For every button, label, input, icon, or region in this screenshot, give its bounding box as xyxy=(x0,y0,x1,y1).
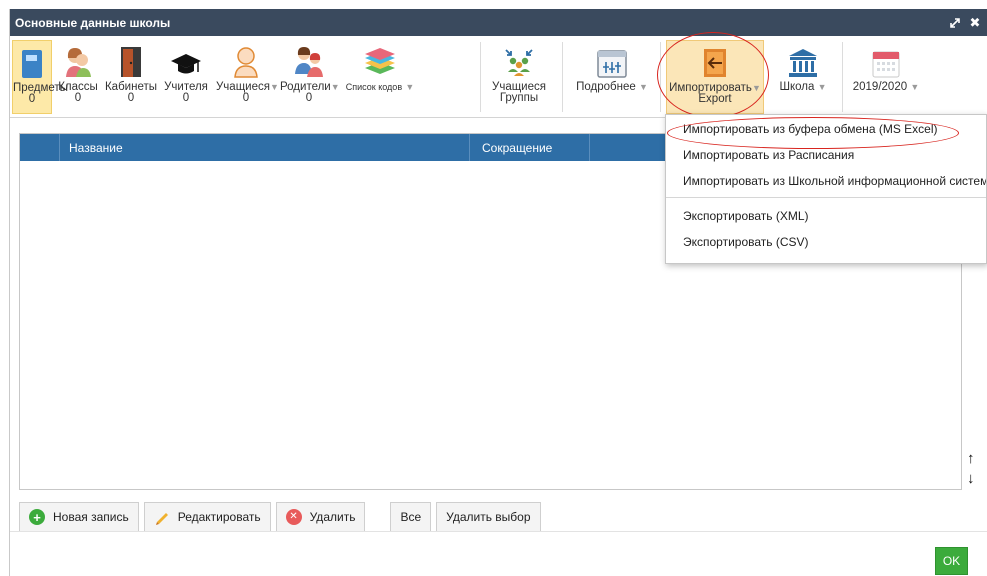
student-icon xyxy=(234,47,258,78)
groups-icon xyxy=(505,49,533,76)
toolbar-details-button[interactable]: Подробнее ▼ xyxy=(568,40,656,114)
ok-button[interactable]: OK xyxy=(935,547,968,575)
details-label: Подробнее ▼ xyxy=(576,81,648,93)
window-titlebar: Основные данные школы ✖ xyxy=(10,9,987,36)
column-name-header[interactable]: Название xyxy=(60,134,470,161)
move-up-icon[interactable]: ↑ xyxy=(967,450,975,467)
groups-label2: Группы xyxy=(499,92,539,104)
parents-caret-icon[interactable]: ▼ xyxy=(331,82,340,92)
toolbar-year-button[interactable]: 2019/2020 ▼ xyxy=(846,40,926,114)
toolbar-school-button[interactable]: Школа ▼ xyxy=(770,40,836,114)
year-caret-icon[interactable]: ▼ xyxy=(910,82,919,92)
codes-caret-icon[interactable]: ▼ xyxy=(405,82,414,92)
menu-separator xyxy=(666,197,986,198)
new-record-label: Новая запись xyxy=(53,510,129,524)
delete-selection-button[interactable]: Удалить выбор xyxy=(436,502,541,532)
select-all-button[interactable]: Все xyxy=(390,502,432,532)
rooms-count: 0 xyxy=(127,92,135,104)
details-window-icon xyxy=(597,50,627,78)
delete-selection-label: Удалить выбор xyxy=(446,510,531,524)
parents-icon xyxy=(295,47,323,77)
toolbar-subjects-button[interactable]: Предметы 0 xyxy=(12,40,68,114)
calendar-icon xyxy=(872,51,900,78)
school-building-icon xyxy=(789,49,817,77)
maximize-icon[interactable] xyxy=(947,15,963,31)
move-down-icon[interactable]: ↓ xyxy=(967,470,975,487)
highlight-circle-import xyxy=(657,32,769,118)
menu-item-export-xml[interactable]: Экспортировать (XML) xyxy=(666,202,986,228)
toolbar-codes-button[interactable]: Список кодов ▼ xyxy=(342,40,418,114)
toolbar-parents-button[interactable]: Родители▼ 0 xyxy=(280,40,340,114)
footer-divider xyxy=(10,531,987,532)
layers-icon xyxy=(365,48,395,74)
toolbar-students-button[interactable]: Учащиеся▼ 0 xyxy=(216,40,279,114)
delete-icon: ✕ xyxy=(285,509,302,525)
select-all-label: Все xyxy=(400,510,422,524)
teachers-count: 0 xyxy=(182,92,190,104)
bottom-toolbar: + Новая запись Редактировать ✕ Удалить В… xyxy=(19,502,541,532)
pencil-icon xyxy=(154,509,170,525)
students-count: 0 xyxy=(242,92,250,104)
toolbar-classes-button[interactable]: Классы 0 xyxy=(56,40,100,114)
edit-label: Редактировать xyxy=(177,510,261,524)
classes-count: 0 xyxy=(74,92,82,104)
grid-select-column[interactable] xyxy=(20,134,60,161)
column-short-header[interactable]: Сокращение xyxy=(470,134,590,161)
subjects-count: 0 xyxy=(28,93,36,105)
close-icon[interactable]: ✖ xyxy=(967,15,983,31)
school-caret-icon[interactable]: ▼ xyxy=(818,82,827,92)
toolbar-teachers-button[interactable]: Учителя 0 xyxy=(160,40,212,114)
school-data-window: Основные данные школы ✖ Предметы 0 Класс… xyxy=(9,9,987,576)
toolbar-separator xyxy=(562,42,563,112)
year-label: 2019/2020 ▼ xyxy=(852,81,920,93)
toolbar-rooms-button[interactable]: Кабинеты 0 xyxy=(104,40,158,114)
parents-count: 0 xyxy=(305,92,313,104)
codes-label: Список кодов ▼ xyxy=(345,82,415,92)
toolbar-separator xyxy=(480,42,481,112)
menu-item-export-csv[interactable]: Экспортировать (CSV) xyxy=(666,228,986,254)
book-icon xyxy=(22,50,42,78)
window-title: Основные данные школы xyxy=(15,15,171,30)
school-label: Школа ▼ xyxy=(779,81,827,93)
toolbar: Предметы 0 Классы 0 Кабинеты 0 Учителя 0… xyxy=(10,36,987,118)
door-icon xyxy=(121,47,141,77)
details-caret-icon[interactable]: ▼ xyxy=(639,82,648,92)
menu-item-import-school-system[interactable]: Импортировать из Школьной информационной… xyxy=(666,167,986,193)
delete-label: Удалить xyxy=(309,510,356,524)
toolbar-separator xyxy=(842,42,843,112)
new-record-button[interactable]: + Новая запись xyxy=(19,502,139,532)
delete-button[interactable]: ✕ Удалить xyxy=(275,502,366,532)
toolbar-groups-button[interactable]: Учащиеся Группы xyxy=(488,40,550,114)
graduation-cap-icon xyxy=(171,54,201,74)
highlight-circle-clipboard xyxy=(667,117,959,149)
plus-icon: + xyxy=(29,509,45,525)
edit-button[interactable]: Редактировать xyxy=(143,502,271,532)
students-caret-icon[interactable]: ▼ xyxy=(270,82,279,92)
class-group-icon xyxy=(66,48,91,77)
